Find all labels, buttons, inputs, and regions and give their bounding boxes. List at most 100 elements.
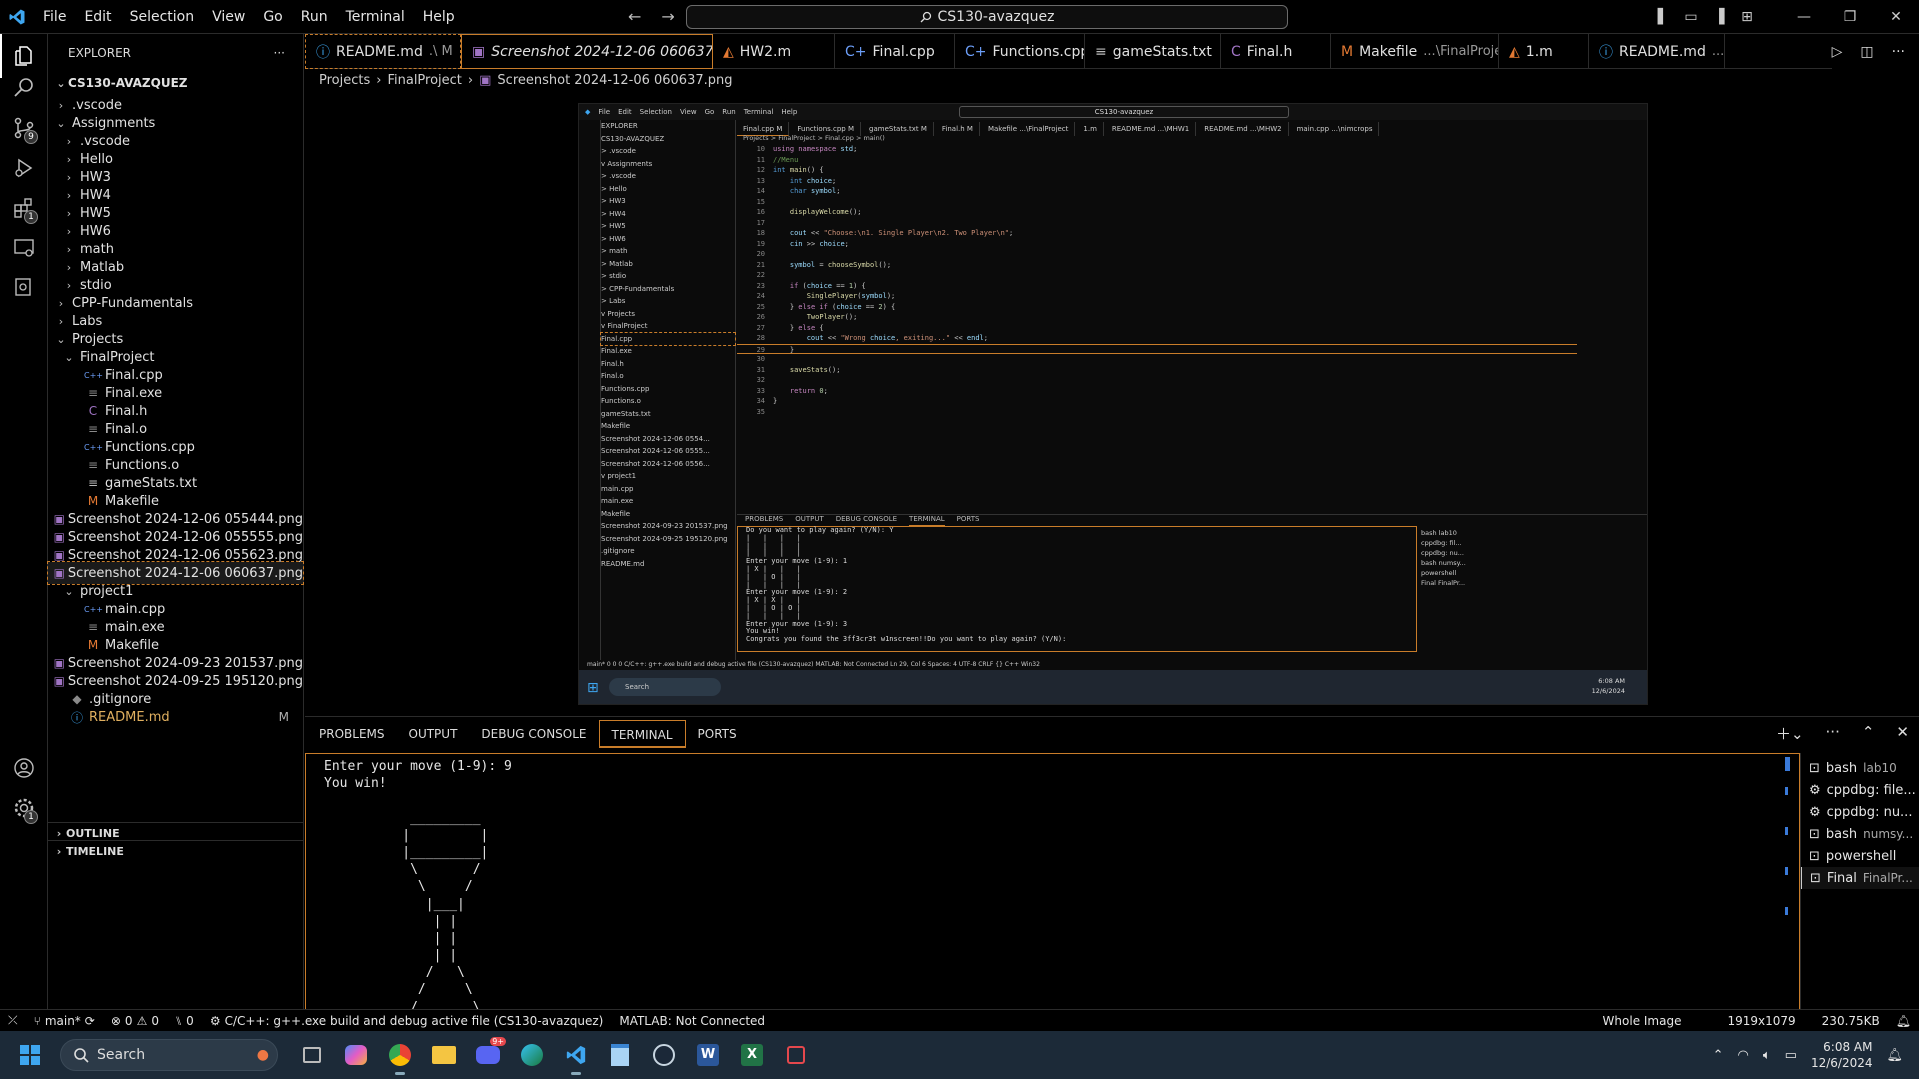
editor-tab[interactable]: ◭ HW2.m [713, 34, 835, 69]
snipping-tool-icon[interactable] [780, 1037, 812, 1073]
tab-terminal[interactable]: TERMINAL [598, 720, 686, 748]
steam-icon[interactable] [648, 1037, 680, 1073]
wifi-icon[interactable]: ◠ [1738, 1048, 1749, 1063]
search-view-icon[interactable] [0, 66, 48, 110]
nested-code-line: 30 [737, 354, 1577, 365]
tab-ports[interactable]: PORTS [686, 720, 749, 748]
source-control-icon[interactable]: 9 [0, 106, 48, 150]
terminal-instance[interactable]: ⚙ cppdbg: nu... [1801, 801, 1919, 823]
menu-terminal[interactable]: Terminal [337, 9, 414, 25]
timeline-section[interactable]: › TIMELINE [48, 840, 303, 862]
volume-muted-icon[interactable]: 🔈︎ [1763, 1048, 1771, 1063]
vscode-taskbar-icon[interactable] [560, 1037, 592, 1075]
excel-icon[interactable]: X [736, 1037, 768, 1073]
remote-explorer-icon[interactable] [0, 226, 48, 270]
menu-file[interactable]: File [34, 9, 75, 25]
terminal-instance[interactable]: ⊡ bash lab10 [1801, 757, 1919, 779]
notification-bell-icon[interactable]: 🔔︎ [1886, 1048, 1903, 1063]
editor-tab[interactable]: ⓘREADME.md.\ M✕ [305, 34, 461, 69]
menu-edit[interactable]: Edit [75, 9, 120, 25]
tree-item-label: Final.exe [105, 385, 163, 401]
toggle-sidebar-icon[interactable]: ▌ [1649, 9, 1677, 25]
editor-tab[interactable]: M Makefile ...\FinalProject [1331, 34, 1499, 69]
terminal-instance[interactable]: ⊡ bash numsy... [1801, 823, 1919, 845]
chrome-icon[interactable] [384, 1037, 416, 1075]
terminal-instance[interactable]: ⊡ powershell [1801, 845, 1919, 867]
editor-tab[interactable]: C Final.h [1221, 34, 1331, 69]
close-panel-icon[interactable]: ✕ [1896, 723, 1909, 744]
customize-layout-icon[interactable]: ⊞ [1733, 9, 1761, 25]
more-actions-icon[interactable]: ··· [1892, 44, 1905, 60]
breadcrumb-item[interactable]: FinalProject [387, 73, 461, 88]
more-actions-icon[interactable]: ··· [274, 46, 285, 60]
forward-arrow-icon[interactable]: → [661, 7, 674, 26]
editor-tab[interactable]: ◭ 1.m [1499, 34, 1589, 69]
editor-tab[interactable]: C+ Functions.cpp [955, 34, 1085, 69]
chevron-right-icon: › [66, 260, 72, 274]
notepad-icon[interactable] [604, 1037, 636, 1073]
line-number: 35 [756, 407, 765, 416]
menu-run[interactable]: Run [292, 9, 337, 25]
terminal-output[interactable]: Enter your move (1-9): 9 You win! _______… [305, 753, 1800, 1049]
clock[interactable]: 6:08 AM 12/6/2024 [1811, 1039, 1873, 1071]
close-window-button[interactable]: ✕ [1873, 9, 1919, 25]
split-editor-icon[interactable]: ◫ [1860, 44, 1873, 60]
tab-problems[interactable]: PROBLEMS [307, 720, 397, 748]
manage-gear-icon[interactable]: 1 [0, 786, 48, 830]
zoom-indicator[interactable]: Whole Image [1595, 1014, 1690, 1028]
copilot-icon[interactable] [340, 1037, 372, 1073]
minimize-button[interactable]: — [1781, 9, 1827, 25]
notifications-icon[interactable]: 🔔︎ [1888, 1014, 1919, 1028]
command-center-search[interactable]: CS130-avazquez [686, 5, 1288, 29]
word-icon[interactable]: W [692, 1037, 724, 1073]
tree-item-label: math [80, 241, 114, 257]
restore-button[interactable]: ❐ [1827, 9, 1873, 25]
terminal-instance[interactable]: ⊡ Final FinalPr... [1801, 867, 1919, 889]
branch-indicator[interactable]: ⑂ main* ⟳ [26, 1014, 103, 1028]
tree-item-label: Makefile [105, 637, 160, 653]
tab-debug-console[interactable]: DEBUG CONSOLE [469, 720, 598, 748]
task-view-icon[interactable] [296, 1037, 328, 1073]
taskbar-search[interactable]: Search ● [60, 1039, 278, 1071]
screenshot-image[interactable]: ◆ File Edit Selection View Go Run Termin… [578, 103, 1648, 705]
windows-start-button[interactable] [0, 1044, 60, 1066]
editor-tab[interactable]: ≡ gameStats.txt [1085, 34, 1221, 69]
back-arrow-icon[interactable]: ← [628, 7, 641, 26]
menu-help[interactable]: Help [414, 9, 464, 25]
breadcrumb-item[interactable]: Screenshot 2024-12-06 060637.png [497, 73, 732, 88]
tab-label: README.md [336, 43, 423, 60]
more-actions-icon[interactable]: ··· [1826, 723, 1840, 744]
problems-indicator[interactable]: ⊗ 0 ⚠ 0 [103, 1014, 167, 1028]
breadcrumb-item[interactable]: Projects [319, 73, 370, 88]
menu-view[interactable]: View [203, 9, 254, 25]
ports-indicator[interactable]: ⑊ 0 [167, 1014, 202, 1028]
file-explorer-icon[interactable] [428, 1037, 460, 1073]
file-item[interactable]: ⓘ README.md M [48, 706, 303, 728]
battery-icon[interactable]: ▭ [1785, 1048, 1797, 1063]
menu-go[interactable]: Go [254, 9, 291, 25]
menu-selection[interactable]: Selection [121, 9, 204, 25]
tab-output[interactable]: OUTPUT [397, 720, 470, 748]
edge-icon[interactable] [516, 1037, 548, 1073]
toggle-secondary-sidebar-icon[interactable]: ▐ [1705, 9, 1733, 25]
new-terminal-icon[interactable]: ＋⌄ [1776, 723, 1804, 744]
testing-icon[interactable] [0, 266, 48, 310]
terminal-scrollbar[interactable] [1785, 757, 1791, 1007]
chevron-up-icon[interactable]: ⌃ [1713, 1048, 1724, 1063]
terminal-instance[interactable]: ⚙ cppdbg: file... [1801, 779, 1919, 801]
workspace-root[interactable]: ⌄ CS130-AVAZQUEZ [48, 72, 303, 94]
remote-indicator-icon[interactable]: ⤫ [0, 1013, 26, 1028]
run-icon[interactable]: ▷ [1832, 44, 1843, 60]
editor-tab[interactable]: ⓘ README.md ...\MHW1 [1589, 34, 1725, 69]
toggle-panel-icon[interactable]: ▭ [1677, 9, 1705, 25]
run-debug-icon[interactable] [0, 146, 48, 190]
editor-tab[interactable]: ▣Screenshot 2024-12-06 060637.png✕ [461, 34, 713, 69]
generic-file-icon: ≡ [87, 458, 99, 472]
editor-tab[interactable]: C+ Final.cpp [835, 34, 955, 69]
matlab-status[interactable]: MATLAB: Not Connected [611, 1014, 773, 1028]
extensions-icon[interactable]: 1 [0, 186, 48, 230]
maximize-panel-icon[interactable]: ⌃ [1862, 723, 1875, 744]
discord-icon[interactable]: 9+ [472, 1037, 506, 1073]
accounts-icon[interactable] [0, 746, 48, 790]
build-task[interactable]: ⚙ C/C++: g++.exe build and debug active f… [202, 1014, 612, 1028]
